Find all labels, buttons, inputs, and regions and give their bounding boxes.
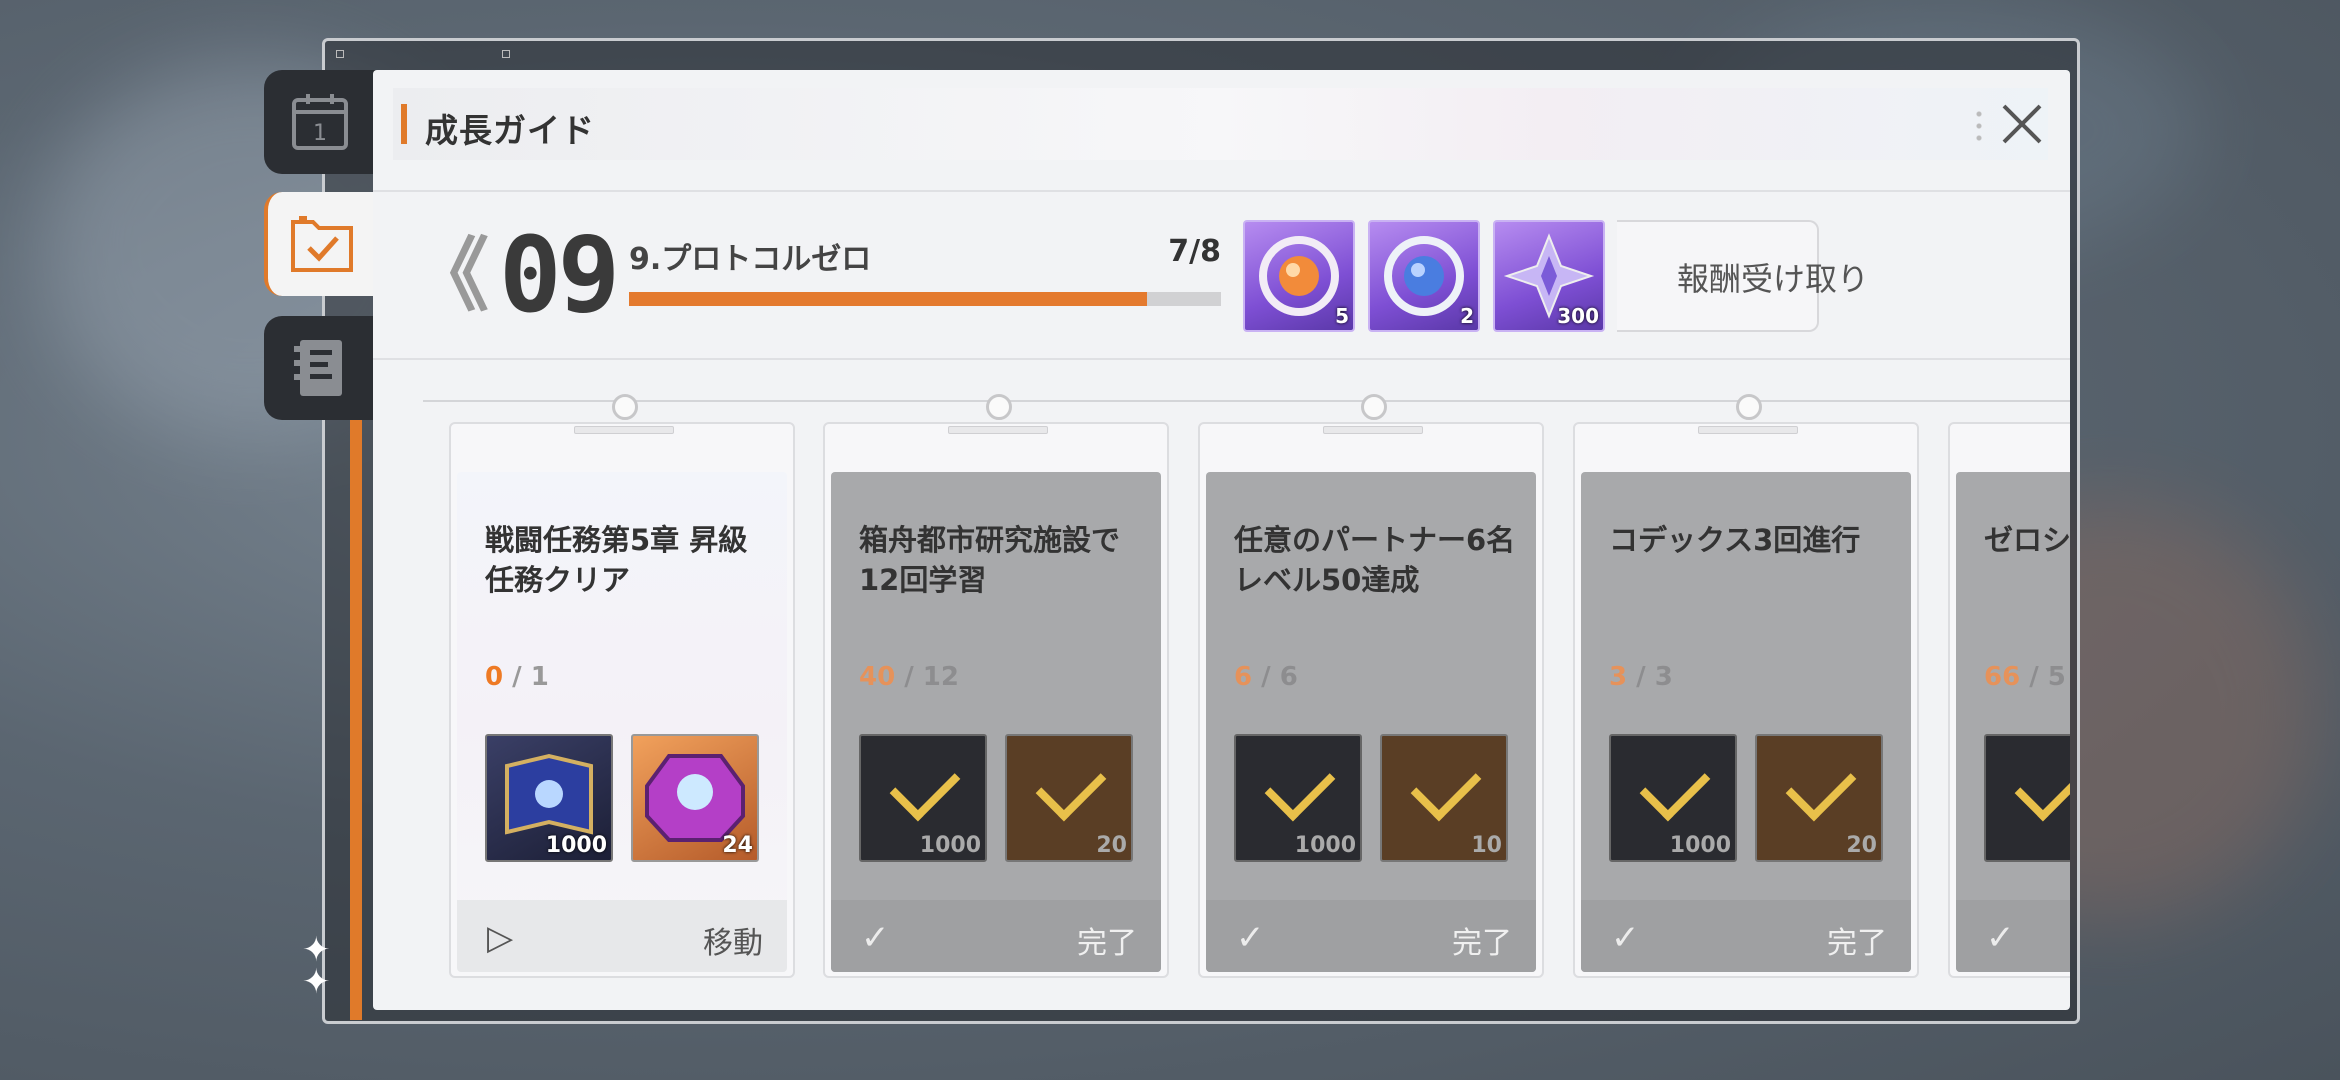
- frame-tab-decor: [322, 38, 532, 64]
- card-clip: [1323, 394, 1423, 434]
- check-icon: ✓: [1986, 918, 2015, 958]
- chapter-progress-text: 7/8: [1168, 234, 1221, 269]
- play-icon: ▷: [487, 918, 514, 958]
- title-accent-bar: [401, 104, 407, 144]
- card-clip: [1698, 394, 1798, 434]
- chapter-title: 9.プロトコルゼロ: [629, 242, 872, 277]
- check-icon: [1410, 750, 1482, 822]
- growth-guide-panel: 成長ガイド 《 09 9.プロトコルゼロ 7/8 5 2 300 報酬受け取り …: [373, 70, 2070, 1010]
- task-progress: 0 / 1: [485, 662, 549, 692]
- header-dots: [1976, 108, 1982, 144]
- check-icon: ✓: [861, 918, 890, 958]
- task-card: 箱舟都市研究施設で12回学習 40 / 12 1000 20 ✓ 完了: [823, 394, 1169, 978]
- divider: [373, 190, 2070, 192]
- task-status: ✓ 完了: [1206, 900, 1536, 972]
- reward-qty: 5: [1335, 304, 1349, 328]
- task-progress: 66 / 5: [1984, 662, 2066, 692]
- claim-reward-label[interactable]: 報酬受け取り: [1677, 254, 1869, 300]
- accent-rail: [350, 420, 362, 1020]
- check-icon: [1785, 750, 1857, 822]
- task-progress: 40 / 12: [859, 662, 959, 692]
- checklist-folder-icon: [291, 216, 353, 272]
- check-icon: [1639, 750, 1711, 822]
- task-reward[interactable]: 20: [1755, 734, 1883, 862]
- reward-qty: 2: [1460, 304, 1474, 328]
- panel-header: 成長ガイド: [393, 88, 2048, 160]
- check-icon: [1035, 750, 1107, 822]
- card-clip: [574, 394, 674, 434]
- chapter-progress-fill: [629, 292, 1147, 306]
- previous-chapter-icon[interactable]: 《: [409, 236, 489, 316]
- tab-calendar[interactable]: 1: [264, 70, 376, 174]
- task-status: ✓ 完了: [1581, 900, 1911, 972]
- task-action-label: 移動: [703, 926, 763, 961]
- chapter-progress-bar: [629, 292, 1221, 306]
- check-icon: [889, 750, 961, 822]
- task-title: 任意のパートナー6名レベル50達成: [1234, 523, 1516, 597]
- svg-text:1: 1: [313, 121, 327, 146]
- chapter-reward-2[interactable]: 2: [1368, 220, 1480, 332]
- tab-notebook[interactable]: [264, 316, 376, 420]
- task-status-label: 完了: [1452, 926, 1512, 961]
- task-progress: 3 / 3: [1609, 662, 1673, 692]
- task-status-label: 完了: [1077, 926, 1137, 961]
- task-reward[interactable]: 20: [1005, 734, 1133, 862]
- check-icon: ✓: [1611, 918, 1640, 958]
- task-title: 戦闘任務第5章 昇級任務クリア: [485, 523, 748, 597]
- task-card: 戦闘任務第5章 昇級任務クリア 0 / 1 1000 24 ▷ 移動: [449, 394, 795, 978]
- sparkle-icon: ✦: [302, 962, 331, 1002]
- task-status-label: 完了: [1827, 926, 1887, 961]
- close-icon[interactable]: [1998, 100, 2046, 148]
- task-card: コデックス3回進行 3 / 3 1000 20 ✓ 完了: [1573, 394, 1919, 978]
- task-reward[interactable]: 24: [631, 734, 759, 862]
- task-status: ✓ 完了: [831, 900, 1161, 972]
- task-action-button[interactable]: ▷ 移動: [457, 900, 787, 972]
- task-card: ゼロシ プグレ 行 66 / 5 10 ✓: [1948, 422, 2070, 978]
- reward-qty: 300: [1557, 304, 1599, 328]
- check-icon: [1264, 750, 1336, 822]
- card-clip: [948, 394, 1048, 434]
- tab-checklist[interactable]: [264, 192, 376, 296]
- calendar-icon: 1: [292, 94, 348, 150]
- check-icon: [2014, 750, 2070, 822]
- task-reward[interactable]: 10: [1380, 734, 1508, 862]
- chapter-reward-3[interactable]: 300: [1493, 220, 1605, 332]
- page-title: 成長ガイド: [425, 111, 595, 150]
- task-card: 任意のパートナー6名レベル50達成 6 / 6 1000 10 ✓ 完了: [1198, 394, 1544, 978]
- chapter-number: 09: [499, 214, 620, 336]
- task-progress: 6 / 6: [1234, 662, 1298, 692]
- task-reward[interactable]: 1000: [859, 734, 987, 862]
- task-title: 箱舟都市研究施設で12回学習: [859, 523, 1121, 597]
- check-icon: ✓: [1236, 918, 1265, 958]
- divider: [373, 358, 2070, 360]
- task-status: ✓: [1956, 900, 2070, 972]
- task-reward[interactable]: 10: [1984, 734, 2070, 862]
- task-reward[interactable]: 1000: [1609, 734, 1737, 862]
- task-title: ゼロシ プグレ 行: [1984, 523, 2070, 557]
- task-reward[interactable]: 1000: [485, 734, 613, 862]
- task-reward[interactable]: 1000: [1234, 734, 1362, 862]
- chapter-reward-1[interactable]: 5: [1243, 220, 1355, 332]
- notebook-icon: [294, 340, 342, 396]
- task-title: コデックス3回進行: [1609, 523, 1861, 557]
